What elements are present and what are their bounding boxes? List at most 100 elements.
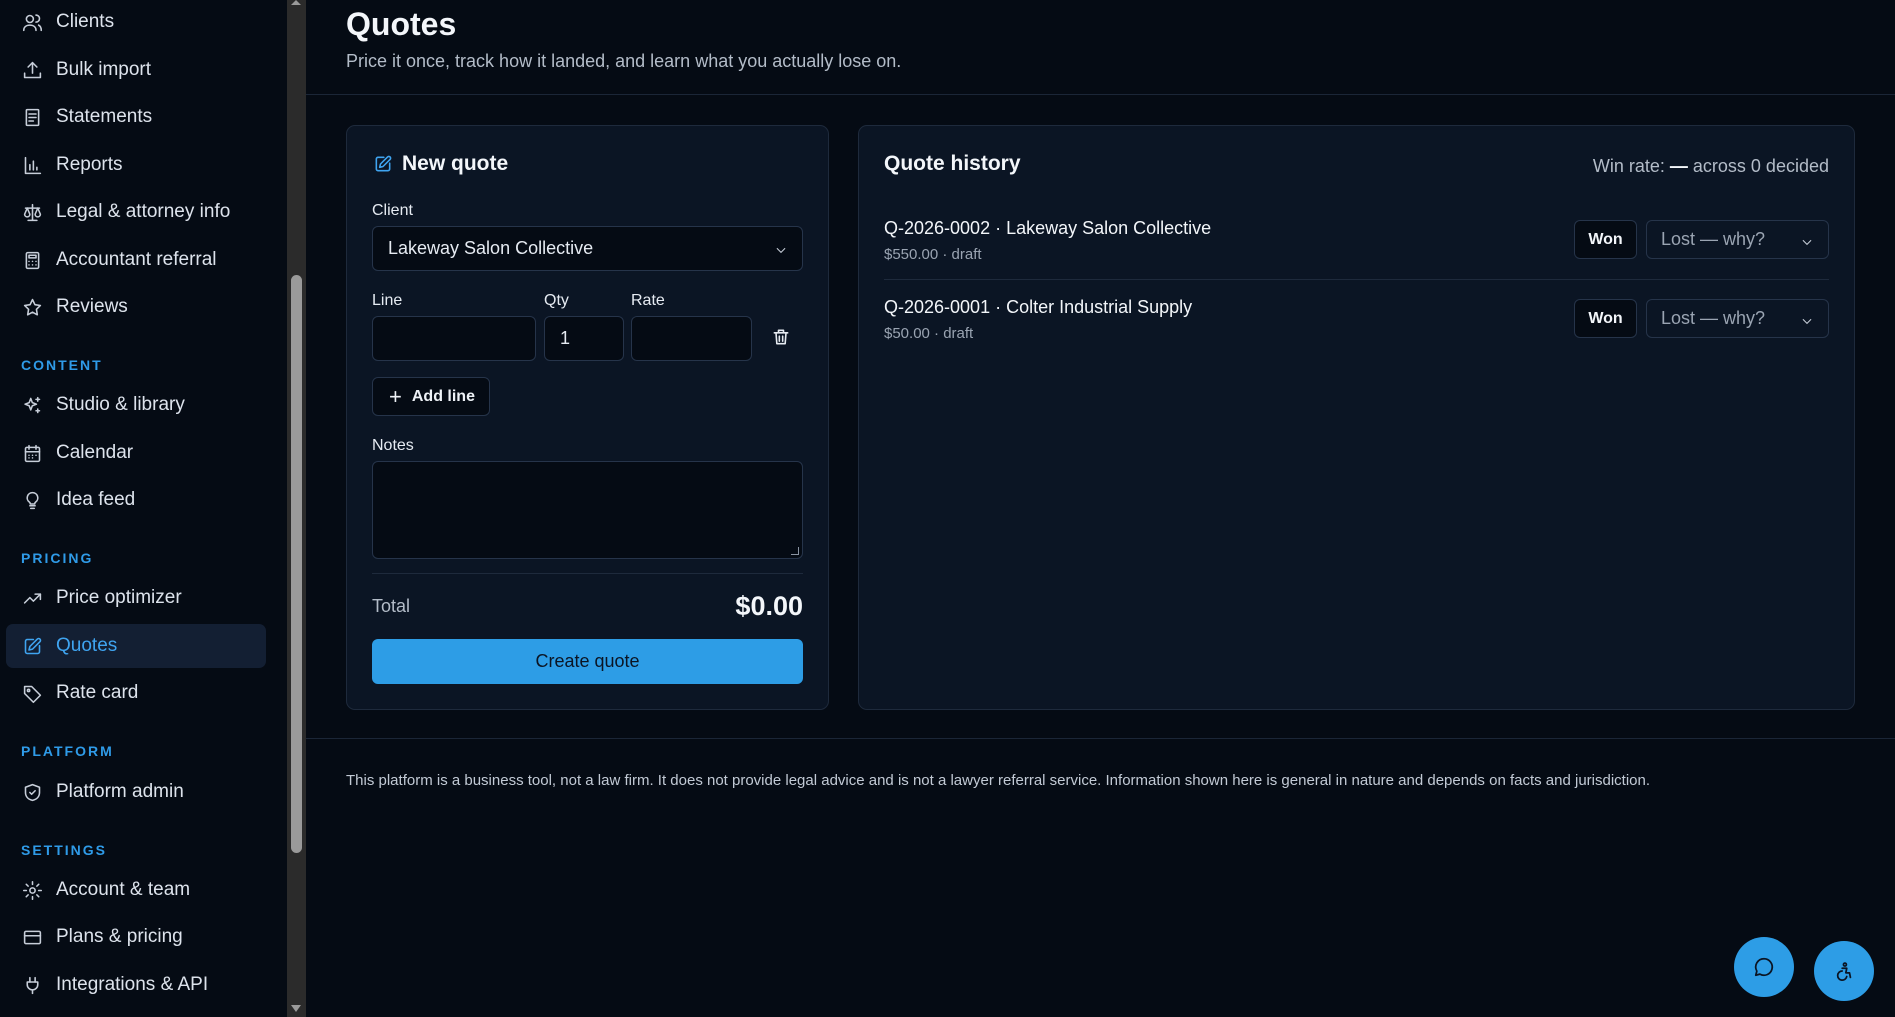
sidebar-item-integrations[interactable]: Integrations & API <box>6 963 266 1007</box>
sidebar-item-label: Legal & attorney info <box>56 201 231 222</box>
sparkle-icon <box>21 394 43 416</box>
quote-history-card: Quote history Win rate: — across 0 decid… <box>858 125 1855 710</box>
document-icon <box>21 106 43 128</box>
bar-chart-icon <box>21 154 43 176</box>
quote-meta: $50.00 · draft <box>884 325 974 342</box>
trash-icon[interactable] <box>771 327 793 349</box>
sidebar-item-accountant-referral[interactable]: Accountant referral <box>6 238 266 282</box>
star-icon <box>21 296 43 318</box>
lost-reason-select[interactable]: Lost — why? <box>1646 220 1829 259</box>
sidebar-item-account-team[interactable]: Account & team <box>6 868 266 912</box>
accessibility-button[interactable] <box>1814 941 1874 1001</box>
sidebar-item-label: Calendar <box>56 442 134 463</box>
client-select[interactable]: Lakeway Salon Collective <box>372 226 803 271</box>
quote-title: Q-2026-0002 · Lakeway Salon Collective <box>884 218 1212 238</box>
sidebar-item-label: Price optimizer <box>56 587 182 608</box>
quote-meta: $550.00 · draft <box>884 246 982 263</box>
client-select-value: Lakeway Salon Collective <box>388 238 594 258</box>
sidebar-item-studio[interactable]: Studio & library <box>6 383 266 427</box>
scroll-down-arrow-icon[interactable] <box>291 1005 301 1012</box>
sidebar-item-label: Plans & pricing <box>56 926 183 947</box>
new-quote-title: New quote <box>402 152 509 175</box>
sidebar-item-reviews[interactable]: Reviews <box>6 285 266 329</box>
sidebar-scrollbar[interactable] <box>287 0 306 1017</box>
users-icon <box>21 11 43 33</box>
sidebar-item-label: Studio & library <box>56 394 185 415</box>
legal-disclaimer: This platform is a business tool, not a … <box>346 772 1651 789</box>
header-divider <box>306 94 1895 95</box>
total-label: Total <box>372 596 411 616</box>
edit-icon <box>21 635 43 657</box>
lost-reason-value: Lost — why? <box>1661 308 1766 328</box>
sidebar-item-clients[interactable]: Clients <box>6 0 266 44</box>
scrollbar-thumb[interactable] <box>291 275 302 853</box>
scroll-up-arrow-icon[interactable] <box>291 0 301 5</box>
sidebar-item-label: Platform admin <box>56 781 184 802</box>
page-subtitle: Price it once, track how it landed, and … <box>346 51 902 71</box>
rate-input[interactable] <box>631 316 752 361</box>
section-label-pricing: PRICING <box>21 550 94 566</box>
won-button[interactable]: Won <box>1574 220 1637 259</box>
lightbulb-icon <box>21 489 43 511</box>
sidebar-item-label: Reports <box>56 154 123 175</box>
won-button[interactable]: Won <box>1574 299 1637 338</box>
trend-icon <box>21 587 43 609</box>
section-label-content: CONTENT <box>21 357 103 373</box>
total-divider <box>372 573 803 574</box>
footer-divider <box>306 738 1895 739</box>
sidebar-item-label: Integrations & API <box>56 974 209 995</box>
chevron-down-icon <box>1800 233 1812 246</box>
win-rate-suffix: across 0 decided <box>1692 156 1829 176</box>
win-rate-prefix: Win rate: <box>1592 156 1665 176</box>
sidebar-item-price-optimizer[interactable]: Price optimizer <box>6 576 266 620</box>
calendar-icon <box>21 442 43 464</box>
scale-icon <box>21 201 43 223</box>
gear-icon <box>21 879 43 901</box>
sidebar-item-rate-card[interactable]: Rate card <box>6 671 266 715</box>
sidebar-item-calendar[interactable]: Calendar <box>6 431 266 475</box>
sidebar-item-statements[interactable]: Statements <box>6 95 266 139</box>
chevron-down-icon <box>774 241 786 254</box>
section-label-settings: SETTINGS <box>21 842 108 858</box>
sidebar-item-plans-pricing[interactable]: Plans & pricing <box>6 915 266 959</box>
sidebar-item-reports[interactable]: Reports <box>6 143 266 187</box>
list-item: Q-2026-0002 · Lakeway Salon Collective $… <box>884 218 1829 288</box>
resize-handle-icon[interactable] <box>791 547 799 555</box>
chat-button[interactable] <box>1734 937 1794 997</box>
lost-reason-select[interactable]: Lost — why? <box>1646 299 1829 338</box>
sidebar-item-label: Accountant referral <box>56 249 217 270</box>
shield-icon <box>21 781 43 803</box>
notes-textarea[interactable] <box>372 461 803 559</box>
sidebar-item-label: Rate card <box>56 682 139 703</box>
sidebar-item-quotes[interactable]: Quotes <box>6 624 266 668</box>
qty-label: Qty <box>544 292 569 309</box>
create-quote-button[interactable]: Create quote <box>372 639 803 684</box>
section-label-platform: PLATFORM <box>21 743 114 759</box>
qty-input-value: 1 <box>560 328 571 348</box>
list-item: Q-2026-0001 · Colter Industrial Supply $… <box>884 297 1829 367</box>
line-input[interactable] <box>372 316 536 361</box>
rate-label: Rate <box>631 292 665 309</box>
sidebar-item-label: Clients <box>56 11 115 32</box>
total-value: $0.00 <box>735 591 803 621</box>
main-content: Quotes Price it once, track how it lande… <box>306 0 1895 1017</box>
quote-history-title: Quote history <box>884 152 1021 175</box>
page-title: Quotes <box>346 6 457 42</box>
plus-icon: + <box>389 383 402 409</box>
row-divider <box>884 279 1829 280</box>
chat-bubble-icon <box>1753 956 1775 978</box>
line-label: Line <box>372 292 403 309</box>
sidebar-item-label: Account & team <box>56 879 191 900</box>
win-rate: Win rate: — across 0 decided <box>1593 156 1829 177</box>
sidebar-item-platform-admin[interactable]: Platform admin <box>6 770 266 814</box>
qty-input[interactable]: 1 <box>544 316 624 361</box>
card-icon <box>21 926 43 948</box>
sidebar-item-idea-feed[interactable]: Idea feed <box>6 478 266 522</box>
client-label: Client <box>372 202 413 219</box>
sidebar-item-label: Statements <box>56 106 153 127</box>
add-line-button[interactable]: + Add line <box>372 377 490 416</box>
chevron-down-icon <box>1800 312 1812 325</box>
sidebar-item-bulk-import[interactable]: Bulk import <box>6 48 266 92</box>
sidebar-item-legal[interactable]: Legal & attorney info <box>6 190 266 234</box>
edit-icon <box>373 154 393 174</box>
